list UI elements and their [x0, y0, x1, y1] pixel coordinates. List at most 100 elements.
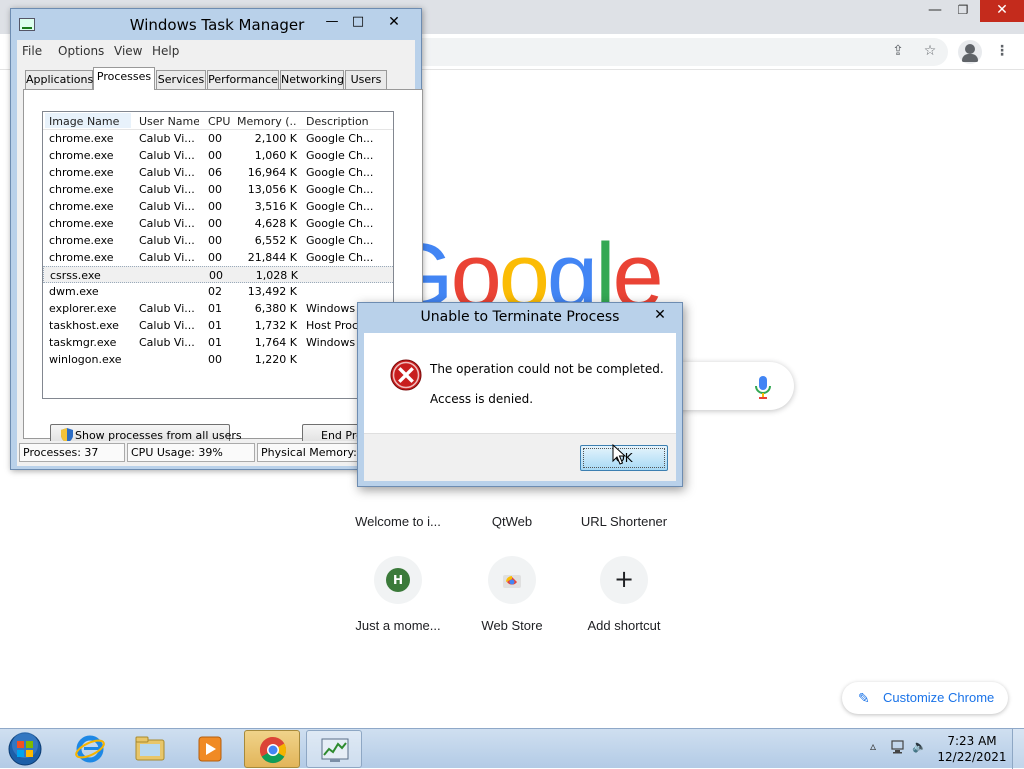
- taskbar-google-chrome[interactable]: [244, 730, 300, 768]
- taskbar-task-manager[interactable]: [306, 730, 362, 768]
- process-user-name: Calub Vi...: [139, 149, 195, 162]
- minimize-button[interactable]: —: [319, 13, 345, 31]
- process-list[interactable]: Image Name User Name CPU Memory (... Des…: [42, 111, 394, 399]
- dialog-close-button[interactable]: ✕: [648, 306, 672, 324]
- process-memory: 3,516 K: [254, 200, 297, 213]
- process-row[interactable]: taskmgr.exe Calub Vi... 01 1,764 K Windows .…: [43, 334, 393, 351]
- process-row[interactable]: taskhost.exe Calub Vi... 01 1,732 K Host Pro…: [43, 317, 393, 334]
- process-description: Google Ch...: [306, 234, 374, 247]
- chrome-restore-button[interactable]: ❐: [946, 0, 980, 22]
- process-memory: 16,964 K: [247, 166, 297, 179]
- chrome-icon: [259, 736, 287, 764]
- process-row[interactable]: chrome.exe Calub Vi... 00 3,516 K Google Ch.…: [43, 198, 393, 215]
- process-cpu: 01: [208, 319, 222, 332]
- process-cpu: 00: [208, 353, 222, 366]
- process-row[interactable]: winlogon.exe 00 1,220 K: [43, 351, 393, 368]
- status-process-count: Processes: 37: [19, 443, 125, 462]
- volume-icon[interactable]: 🔈: [912, 739, 927, 753]
- maximize-button[interactable]: □: [345, 13, 371, 31]
- clock-time[interactable]: 7:23 AM: [940, 734, 1004, 748]
- process-description: Google Ch...: [306, 217, 374, 230]
- process-row[interactable]: chrome.exe Calub Vi... 00 21,844 K Google Ch…: [43, 249, 393, 266]
- column-header-description[interactable]: Description: [306, 115, 376, 128]
- notification-area: ▵ 🔈: [864, 735, 944, 763]
- process-row[interactable]: chrome.exe Calub Vi... 00 2,100 K Google Ch.…: [43, 130, 393, 147]
- tab-performance[interactable]: Performance: [207, 70, 279, 89]
- process-row[interactable]: chrome.exe Calub Vi... 00 1,060 K Google Ch.…: [43, 147, 393, 164]
- process-row[interactable]: chrome.exe Calub Vi... 00 6,552 K Google Ch.…: [43, 232, 393, 249]
- process-cpu: 00: [209, 269, 223, 282]
- process-description: Google Ch...: [306, 166, 374, 179]
- tab-processes[interactable]: Processes: [93, 67, 155, 90]
- task-manager-titlebar[interactable]: Windows Task Manager — □ ✕: [11, 9, 421, 39]
- site-letter-icon: H: [386, 568, 410, 592]
- process-memory: 6,552 K: [254, 234, 297, 247]
- chrome-close-button[interactable]: ✕: [980, 0, 1024, 22]
- column-header-cpu[interactable]: CPU: [208, 115, 232, 128]
- process-user-name: Calub Vi...: [139, 183, 195, 196]
- tab-networking[interactable]: Networking: [280, 70, 344, 89]
- process-memory: 21,844 K: [247, 251, 297, 264]
- microphone-icon[interactable]: [750, 373, 776, 401]
- dialog-detail: Access is denied.: [430, 392, 534, 406]
- process-cpu: 02: [208, 285, 222, 298]
- menu-options[interactable]: Options: [58, 44, 104, 58]
- network-icon[interactable]: [890, 739, 906, 755]
- show-desktop-button[interactable]: [1012, 729, 1024, 769]
- tab-applications[interactable]: Applications: [25, 70, 93, 89]
- process-image-name: chrome.exe: [49, 200, 114, 213]
- process-user-name: Calub Vi...: [139, 200, 195, 213]
- bookmark-star-icon[interactable]: ☆: [920, 41, 940, 61]
- process-row[interactable]: chrome.exe Calub Vi... 00 13,056 K Google Ch…: [43, 181, 393, 198]
- show-hidden-icons-arrow-icon[interactable]: ▵: [870, 739, 876, 753]
- column-header-user-name[interactable]: User Name: [139, 115, 199, 128]
- process-user-name: Calub Vi...: [139, 319, 195, 332]
- clock-date[interactable]: 12/22/2021: [936, 750, 1008, 764]
- error-dialog: Unable to Terminate Process ✕ The operat…: [357, 302, 683, 487]
- shortcut-label: URL Shortener: [580, 514, 668, 529]
- process-image-name: chrome.exe: [49, 183, 114, 196]
- task-manager-body: Applications Processes Services Performa…: [17, 62, 423, 466]
- process-row[interactable]: chrome.exe Calub Vi... 00 4,628 K Google Ch.…: [43, 215, 393, 232]
- status-bar: Processes: 37 CPU Usage: 39% Physical Me…: [19, 441, 417, 463]
- taskbar-internet-explorer[interactable]: [62, 730, 118, 768]
- tab-services[interactable]: Services: [156, 70, 206, 89]
- shortcut-icon-circle: [488, 556, 536, 604]
- process-description: Google Ch...: [306, 149, 374, 162]
- tab-users[interactable]: Users: [345, 70, 387, 89]
- menu-help[interactable]: Help: [152, 44, 179, 58]
- menu-file[interactable]: File: [22, 44, 42, 58]
- customize-chrome-button[interactable]: ✎ Customize Chrome: [842, 682, 1008, 714]
- process-memory: 1,028 K: [255, 269, 298, 282]
- column-header-memory[interactable]: Memory (...: [237, 115, 297, 128]
- profile-icon[interactable]: [958, 40, 982, 64]
- taskbar-media-player[interactable]: [182, 730, 238, 768]
- menu-icon[interactable]: ⋮: [992, 41, 1012, 61]
- process-list-header: Image Name User Name CPU Memory (... Des…: [43, 112, 393, 130]
- shortcut-label: Add shortcut: [587, 618, 661, 633]
- shortcut-just-a-moment[interactable]: H Just a mome...: [342, 556, 454, 656]
- dialog-title: Unable to Terminate Process: [420, 309, 620, 325]
- process-row[interactable]: dwm.exe 02 13,492 K: [43, 283, 393, 300]
- start-orb-icon[interactable]: [4, 730, 46, 768]
- error-icon: [390, 359, 422, 391]
- process-user-name: Calub Vi...: [139, 132, 195, 145]
- column-header-image-name[interactable]: Image Name: [45, 113, 131, 128]
- share-icon[interactable]: ⇪: [888, 41, 908, 61]
- process-description: Google Ch...: [306, 251, 374, 264]
- process-memory: 2,100 K: [254, 132, 297, 145]
- process-row[interactable]: csrss.exe 00 1,028 K: [43, 266, 393, 283]
- address-bar[interactable]: [380, 38, 948, 66]
- shortcut-web-store[interactable]: Web Store: [456, 556, 568, 656]
- process-image-name: chrome.exe: [49, 234, 114, 247]
- process-image-name: chrome.exe: [49, 217, 114, 230]
- process-memory: 6,380 K: [254, 302, 297, 315]
- add-shortcut-button[interactable]: + Add shortcut: [568, 556, 680, 656]
- process-row[interactable]: explorer.exe Calub Vi... 01 6,380 K Windows …: [43, 300, 393, 317]
- shortcut-icon-circle: H: [374, 556, 422, 604]
- menu-view[interactable]: View: [114, 44, 142, 58]
- close-button[interactable]: ✕: [381, 13, 407, 31]
- process-row[interactable]: chrome.exe Calub Vi... 06 16,964 K Google Ch…: [43, 164, 393, 181]
- taskbar-file-explorer[interactable]: [122, 730, 178, 768]
- status-cpu-usage: CPU Usage: 39%: [127, 443, 255, 462]
